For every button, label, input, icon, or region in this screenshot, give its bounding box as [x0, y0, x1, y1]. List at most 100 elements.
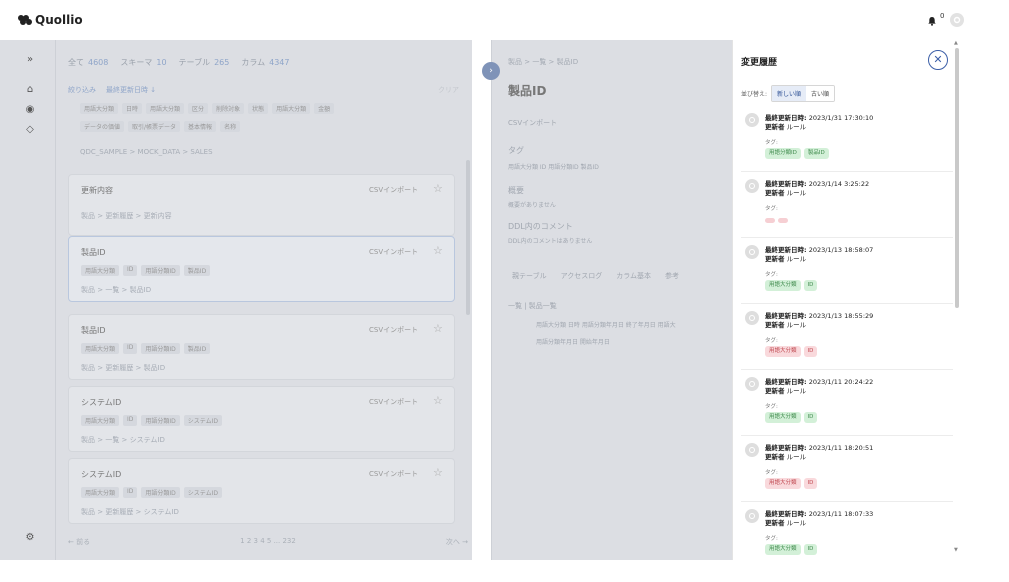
entry-tags	[765, 218, 788, 223]
card-tags: 用語大分類 ID 用語分類ID 製品ID	[81, 343, 211, 354]
tab-all[interactable]: 全て 4608	[68, 57, 108, 68]
star-icon[interactable]: ☆	[433, 322, 443, 335]
star-icon[interactable]: ☆	[433, 182, 443, 195]
asset-card[interactable]: 製品ID CSVインポート ☆ 用語大分類 ID 用語分類ID 製品ID 製品 …	[68, 314, 455, 380]
entry-tag-label: タグ:	[765, 206, 778, 212]
star-icon[interactable]: ☆	[433, 244, 443, 257]
card-path[interactable]: 製品 > 更新履歴 > システムID	[81, 507, 179, 517]
card-path[interactable]: 製品 > 更新履歴 > 製品ID	[81, 363, 165, 373]
tab-access-log[interactable]: アクセスログ	[561, 271, 603, 281]
sort-label: 並び替え:	[741, 91, 768, 98]
user-avatar-icon	[745, 377, 759, 391]
table-tags: 用語大分類 日時 用語分類年月日 終了年月日 用語大	[536, 322, 676, 329]
history-entry: 最終更新日時: 2023/1/13 18:58:07 更新者 ルール タグ: 用…	[741, 238, 953, 304]
sort-button[interactable]: 最終更新日時 ↓	[106, 85, 156, 95]
page-numbers[interactable]: 1 2 3 4 5 ... 232	[240, 537, 296, 547]
filter-button[interactable]: 絞り込み	[68, 85, 96, 95]
asset-card[interactable]: システムID CSVインポート ☆ 用語大分類 ID 用語分類ID システムID…	[68, 458, 455, 524]
gear-icon	[953, 16, 961, 24]
user-avatar-icon	[745, 245, 759, 259]
database-icon[interactable]: ◉	[24, 104, 36, 116]
user-avatar-icon	[745, 113, 759, 127]
card-path[interactable]: 製品 > 一覧 > 製品ID	[81, 285, 151, 295]
tag-chip: ID	[803, 346, 818, 357]
tag-chip: 用語分類ID	[765, 148, 801, 159]
entry-tags: 用語大分類 ID	[765, 544, 818, 555]
tab-column[interactable]: カラム 4347	[241, 57, 289, 68]
card-title: 更新内容	[81, 186, 113, 195]
entry-user: 更新者 ルール	[765, 519, 807, 527]
asset-card-selected[interactable]: 製品ID CSVインポート ☆ 用語大分類 ID 用語分類ID 製品ID 製品 …	[68, 236, 455, 302]
tag-chip: 用語大分類	[765, 412, 801, 423]
card-title: システムID	[81, 398, 122, 407]
tag-chip: 用語大分類	[765, 346, 801, 357]
tab-schema[interactable]: スキーマ 10	[120, 57, 166, 68]
sort-newest-button[interactable]: 新しい順	[772, 86, 807, 101]
user-avatar-icon	[745, 509, 759, 523]
sort-oldest-button[interactable]: 古い順	[806, 86, 835, 101]
card-path[interactable]: 製品 > 更新履歴 > 更新内容	[81, 211, 172, 221]
panel-scrollbar[interactable]	[955, 48, 959, 308]
table-label[interactable]: 一覧 | 製品一覧	[508, 301, 557, 311]
bell-icon[interactable]	[927, 16, 937, 26]
next-page-button[interactable]: 次へ →	[446, 537, 468, 547]
asset-card[interactable]: システムID CSVインポート ☆ 用語大分類 ID 用語分類ID システムID…	[68, 386, 455, 452]
user-avatar[interactable]	[950, 13, 964, 27]
prev-page-button[interactable]: ← 前る	[68, 537, 90, 547]
entry-tag-label: タグ:	[765, 140, 778, 146]
close-panel-button[interactable]: ✕	[928, 50, 948, 70]
home-icon[interactable]: ⌂	[24, 84, 36, 96]
tag-icon[interactable]: ◇	[24, 124, 36, 136]
detail-breadcrumb[interactable]: 製品 > 一覧 > 製品ID	[508, 57, 578, 67]
card-tags: 用語大分類 ID 用語分類ID 製品ID	[81, 265, 211, 276]
collapse-detail-button[interactable]: ›	[482, 62, 500, 80]
entry-tag-label: タグ:	[765, 272, 778, 278]
panel-title: 変更履歴	[741, 58, 778, 68]
tab-reference[interactable]: 参考	[665, 271, 679, 281]
settings-gear-icon[interactable]: ⚙	[24, 532, 36, 544]
card-title: システムID	[81, 470, 122, 479]
sidebar: » ⌂ ◉ ◇ ⚙	[0, 40, 56, 560]
entry-user: 更新者 ルール	[765, 189, 807, 197]
csv-badge: CSVインポート	[369, 470, 419, 478]
tag-chip	[778, 218, 788, 223]
ddl-empty: DDL内のコメントはありません	[508, 238, 593, 245]
tag-chip: 製品ID	[803, 148, 829, 159]
top-card-tags: 用語大分類 日時 用語大分類 区分 削除対象 状態 用語大分類 金額	[80, 103, 335, 114]
tag-chip: ID	[803, 412, 818, 423]
entry-tag-label: タグ:	[765, 404, 778, 410]
csv-badge: CSVインポート	[369, 186, 419, 194]
scroll-up-arrow[interactable]: ▲	[954, 40, 958, 46]
tag-heading: タグ	[508, 146, 524, 155]
asset-card[interactable]: 更新内容 CSVインポート ☆ 製品 > 更新履歴 > 更新内容	[68, 174, 455, 236]
card-path[interactable]: 製品 > 一覧 > システムID	[81, 435, 165, 445]
csv-badge: CSVインポート	[369, 398, 419, 406]
card-tags: 用語大分類 ID 用語分類ID システムID	[81, 487, 223, 498]
list-scrollbar[interactable]	[466, 160, 470, 315]
summary-heading: 概要	[508, 186, 524, 195]
csv-badge: CSVインポート	[369, 248, 419, 256]
scroll-down-arrow[interactable]: ▼	[954, 547, 958, 553]
app-logo[interactable]: Quollio	[18, 13, 83, 27]
clear-button[interactable]: クリア	[438, 85, 459, 95]
tab-parent-table[interactable]: 親テーブル	[512, 271, 547, 281]
tag-chip: ID	[803, 544, 818, 555]
tag-chip: 用語大分類	[765, 280, 801, 291]
entry-user: 更新者 ルール	[765, 453, 807, 461]
expand-sidebar-button[interactable]: »	[24, 54, 36, 66]
star-icon[interactable]: ☆	[433, 466, 443, 479]
tag-chip: 用語大分類	[765, 544, 801, 555]
tab-column-basic[interactable]: カラム基本	[616, 271, 651, 281]
top-card-path[interactable]: QDC_SAMPLE > MOCK_DATA > SALES	[80, 148, 213, 156]
ddl-heading: DDL内のコメント	[508, 222, 573, 231]
history-entries: 最終更新日時: 2023/1/31 17:30:10 更新者 ルール タグ: 用…	[741, 106, 953, 560]
change-history-panel: 変更履歴 ✕ 並び替え: 新しい順 古い順 最終更新日時: 2023/1/31 …	[732, 40, 965, 560]
history-entry: 最終更新日時: 2023/1/11 18:20:51 更新者 ルール タグ: 用…	[741, 436, 953, 502]
history-entry: 最終更新日時: 2023/1/14 3:25:22 更新者 ルール タグ:	[741, 172, 953, 238]
tag-chip: ID	[803, 280, 818, 291]
tag-chip	[765, 218, 775, 223]
top-card-tags-2: データの価値 取引/帳票データ 基本情報 名称	[80, 121, 241, 132]
tab-table[interactable]: テーブル 265	[179, 57, 230, 68]
tag-chip: 用語大分類	[765, 478, 801, 489]
star-icon[interactable]: ☆	[433, 394, 443, 407]
